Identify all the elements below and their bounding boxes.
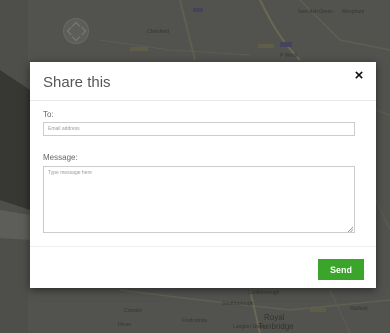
footer-divider: [30, 246, 376, 247]
share-dialog: Share this × To: Message: Send: [30, 62, 376, 288]
message-label: Message:: [43, 153, 78, 162]
dialog-title: Share this: [43, 74, 111, 91]
resize-grip-icon[interactable]: [347, 226, 353, 232]
to-label: To:: [43, 110, 54, 119]
message-input[interactable]: [43, 166, 355, 233]
header-divider: [30, 100, 376, 101]
close-button[interactable]: ×: [352, 68, 366, 84]
send-button[interactable]: Send: [318, 259, 364, 280]
email-input[interactable]: [43, 122, 355, 136]
